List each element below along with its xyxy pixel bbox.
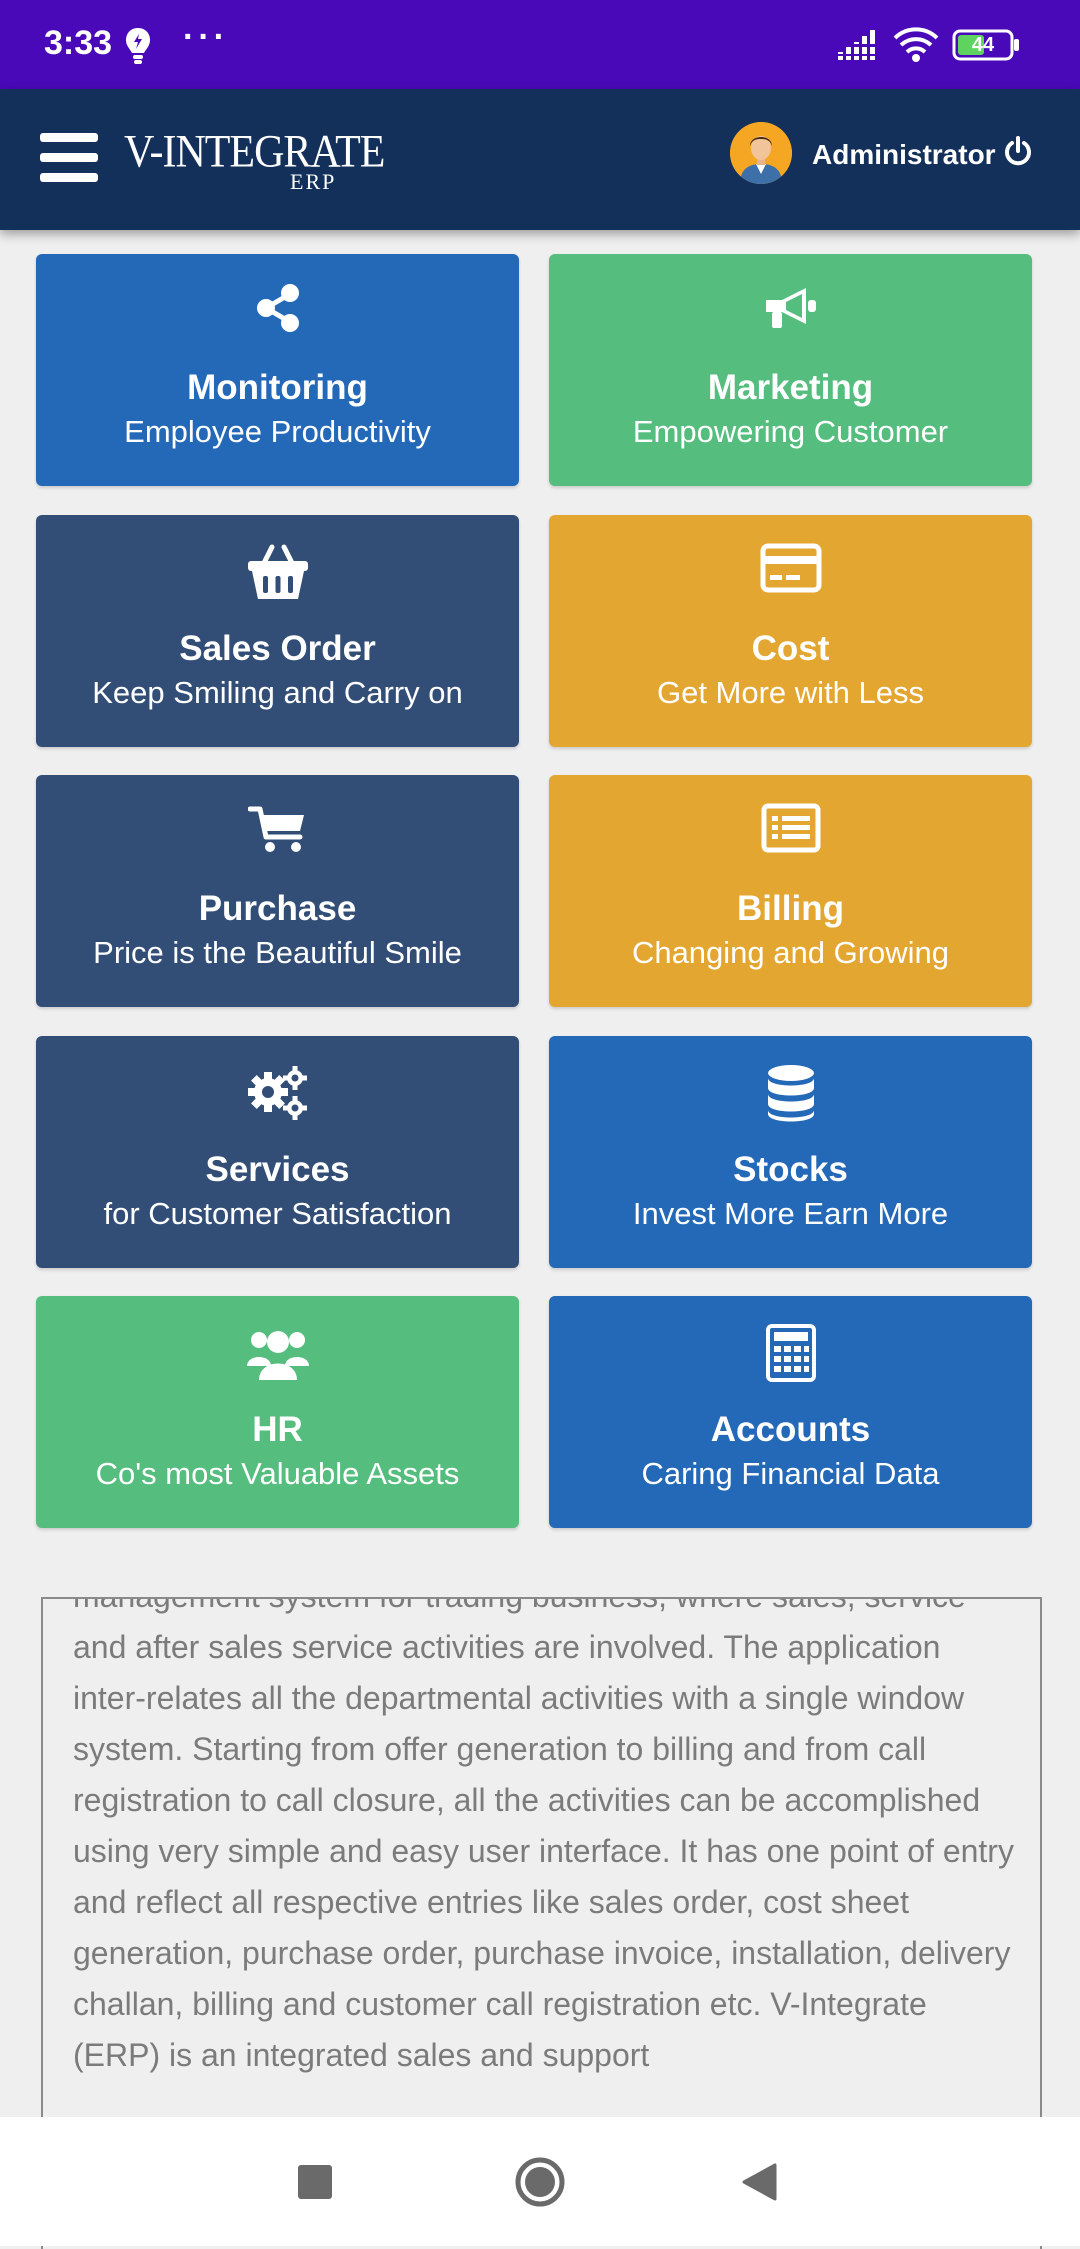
tile-subtitle: Caring Financial Data (641, 1456, 940, 1491)
tile-title: Sales Order (179, 629, 376, 668)
avatar[interactable] (730, 122, 792, 184)
tile-subtitle: Get More with Less (656, 675, 925, 710)
recents-button[interactable] (298, 2165, 332, 2199)
lightbulb-icon (124, 26, 152, 71)
tile-subtitle: Empowering Customer (632, 414, 949, 449)
signal-icon (838, 30, 880, 65)
menu-icon[interactable] (40, 133, 98, 183)
tile-title: Cost (751, 629, 830, 668)
wifi-icon (893, 26, 939, 67)
status-time: 3:33 (44, 24, 113, 62)
tile-marketing[interactable]: Marketing Empowering Customer (549, 254, 1032, 486)
megaphone-icon (549, 282, 1032, 340)
tile-hr[interactable]: HR Co's most Valuable Assets (36, 1296, 519, 1528)
tile-title: HR (252, 1410, 303, 1449)
tile-billing[interactable]: Billing Changing and Growing (549, 775, 1032, 1007)
tile-title: Billing (737, 889, 844, 928)
logo-sub-text: ERP (290, 169, 337, 194)
basket-icon (36, 543, 519, 601)
tile-title: Monitoring (187, 368, 368, 407)
tile-subtitle: Employee Productivity (124, 414, 431, 449)
description-text: management system for trading business, … (73, 1599, 1014, 2073)
gears-icon (36, 1064, 519, 1122)
users-icon (36, 1324, 519, 1382)
system-nav-bar (0, 2117, 1080, 2246)
app-logo: V-INTEGRATE ERP (124, 125, 385, 194)
share-icon (36, 282, 519, 340)
tile-accounts[interactable]: Accounts Caring Financial Data (549, 1296, 1032, 1528)
status-bar: 3:33 ··· 44 (0, 0, 1080, 89)
logo-main-text: V-INTEGRATE (124, 126, 385, 178)
tile-title: Marketing (707, 368, 874, 407)
list-icon (549, 803, 1032, 861)
tile-subtitle: Invest More Earn More (632, 1196, 949, 1231)
battery-level: 44 (971, 34, 995, 56)
tile-stocks[interactable]: Stocks Invest More Earn More (549, 1036, 1032, 1268)
tile-title: Purchase (198, 889, 357, 928)
home-button[interactable] (514, 2156, 566, 2213)
tile-title: Stocks (733, 1150, 848, 1189)
tile-subtitle: Changing and Growing (631, 935, 950, 970)
tile-monitoring[interactable]: Monitoring Employee Productivity (36, 254, 519, 486)
tile-sales-order[interactable]: Sales Order Keep Smiling and Carry on (36, 515, 519, 747)
more-dots: ··· (183, 18, 229, 56)
back-button[interactable] (741, 2163, 777, 2206)
tile-subtitle: for Customer Satisfaction (103, 1196, 452, 1231)
tile-services[interactable]: Services for Customer Satisfaction (36, 1036, 519, 1268)
tile-purchase[interactable]: Purchase Price is the Beautiful Smile (36, 775, 519, 1007)
power-icon[interactable] (1003, 136, 1033, 173)
tile-cost[interactable]: Cost Get More with Less (549, 515, 1032, 747)
tile-title: Accounts (710, 1410, 871, 1449)
app-header: V-INTEGRATE ERP Administrator (0, 89, 1080, 230)
tile-subtitle: Price is the Beautiful Smile (93, 935, 462, 970)
tile-subtitle: Keep Smiling and Carry on (92, 675, 463, 710)
user-name[interactable]: Administrator (812, 139, 996, 171)
tile-subtitle: Co's most Valuable Assets (95, 1456, 460, 1491)
credit-card-icon (549, 543, 1032, 601)
calculator-icon (549, 1324, 1032, 1382)
database-icon (549, 1064, 1032, 1122)
cart-icon (36, 803, 519, 861)
tile-title: Services (205, 1150, 350, 1189)
